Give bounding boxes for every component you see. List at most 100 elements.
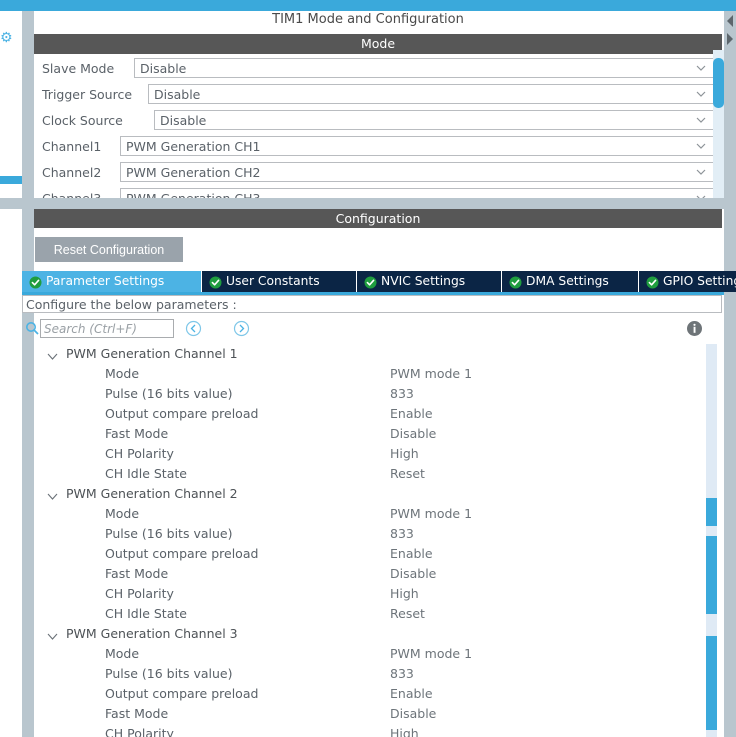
tree-param-value[interactable]: PWM mode 1 [390,366,472,381]
tree-param-row[interactable]: Fast Mode Disable [22,704,704,724]
chevron-down-icon [695,62,707,74]
mode-dropdown-value: Disable [140,61,187,76]
gear-icon: ⚙ [0,30,12,46]
tree-scrollbar-thumb[interactable] [706,636,717,730]
check-circle-icon [209,275,222,289]
mode-dropdown-value: PWM Generation CH2 [126,165,261,180]
tree-param-row[interactable]: Output compare preload Enable [22,544,704,564]
chevron-down-icon [695,88,707,100]
chevron-down-icon[interactable] [47,630,58,640]
tree-param-row[interactable]: CH Polarity High [22,584,704,604]
mode-section-header: Mode [34,34,722,54]
collapse-left-arrow-icon[interactable] [724,12,736,30]
chevron-down-icon[interactable] [47,350,58,360]
tree-param-row[interactable]: Fast Mode Disable [22,424,704,444]
tree-param-row[interactable]: Pulse (16 bits value) 833 [22,524,704,544]
tree-param-value[interactable]: Enable [390,406,433,421]
tree-param-value[interactable]: 833 [390,666,414,681]
check-circle-icon [364,275,377,289]
tree-param-value[interactable]: Enable [390,546,433,561]
tree-group-label: PWM Generation Channel 1 [66,346,238,361]
chevron-down-icon [695,166,707,178]
right-edge-rail [724,11,736,737]
tab-dma-settings[interactable]: DMA Settings [502,271,639,292]
mode-dropdown-value: PWM Generation CH1 [126,139,261,154]
search-input[interactable] [40,319,174,338]
tree-param-label: Mode [105,366,140,381]
tree-param-row[interactable]: Pulse (16 bits value) 833 [22,664,704,684]
search-next-button[interactable] [233,320,250,337]
check-circle-icon [646,275,659,289]
tree-param-row[interactable]: CH Idle State Reset [22,464,704,484]
tree-param-row[interactable]: Pulse (16 bits value) 833 [22,384,704,404]
tab-label: User Constants [226,274,320,288]
tree-param-row[interactable]: Mode PWM mode 1 [22,364,704,384]
mode-dropdown[interactable]: Disable [148,84,714,104]
tree-param-row[interactable]: CH Polarity High [22,724,704,737]
info-icon[interactable] [686,320,703,337]
tree-scrollbar-thumb[interactable] [706,536,717,614]
reset-configuration-button[interactable]: Reset Configuration [35,237,183,262]
tree-param-value[interactable]: Reset [390,606,425,621]
mode-dropdown[interactable]: Disable [154,110,714,130]
parameter-tree: PWM Generation Channel 1 Mode PWM mode 1 Pu… [22,344,704,737]
top-accent-bar [0,0,736,11]
tab-gpio-settings[interactable]: GPIO Settings [639,271,736,292]
mode-row: Slave Mode Disable [34,58,724,84]
tree-param-value[interactable]: Disable [390,566,436,581]
mode-row: Trigger Source Disable [34,84,724,110]
tree-param-value[interactable]: Disable [390,426,436,441]
chevron-down-icon [695,140,707,152]
tree-param-label: CH Polarity [105,586,174,601]
tree-param-label: Pulse (16 bits value) [105,526,233,541]
panel-gap-divider [0,198,724,209]
tree-param-label: Pulse (16 bits value) [105,386,233,401]
mode-dropdown[interactable]: PWM Generation CH1 [120,136,714,156]
tree-param-label: Fast Mode [105,566,169,581]
tab-label: Parameter Settings [46,274,165,288]
sidebar-active-marker [0,176,22,184]
tree-param-row[interactable]: CH Idle State Reset [22,604,704,624]
tree-param-value[interactable]: Disable [390,706,436,721]
search-toolbar [22,318,722,342]
tree-param-value[interactable]: High [390,726,419,737]
mode-scrollbar-thumb[interactable] [713,58,724,108]
mode-row-label: Slave Mode [42,61,115,76]
configure-hint-text: Configure the below parameters : [22,295,722,313]
tree-param-value[interactable]: Reset [390,466,425,481]
tree-group-row[interactable]: PWM Generation Channel 3 [22,624,704,644]
chevron-down-icon[interactable] [47,490,58,500]
tab-user-constants[interactable]: User Constants [202,271,357,292]
expand-right-arrow-icon[interactable] [724,30,736,48]
tree-param-row[interactable]: Output compare preload Enable [22,404,704,424]
tree-param-value[interactable]: PWM mode 1 [390,646,472,661]
tab-nvic-settings[interactable]: NVIC Settings [357,271,502,292]
tab-parameter-settings[interactable]: Parameter Settings [22,271,202,292]
tree-param-row[interactable]: Fast Mode Disable [22,564,704,584]
tree-param-row[interactable]: CH Polarity High [22,444,704,464]
tree-param-value[interactable]: High [390,446,419,461]
mode-row-label: Channel2 [42,165,102,180]
mode-dropdown[interactable]: PWM Generation CH2 [120,162,714,182]
tree-param-row[interactable]: Mode PWM mode 1 [22,504,704,524]
tree-param-value[interactable]: 833 [390,526,414,541]
tree-param-value[interactable]: 833 [390,386,414,401]
tree-param-label: CH Idle State [105,606,187,621]
search-icon [25,321,40,336]
tree-param-label: Fast Mode [105,426,169,441]
mode-row-label: Channel1 [42,139,102,154]
tree-param-value[interactable]: Enable [390,686,433,701]
tree-param-value[interactable]: PWM mode 1 [390,506,472,521]
tree-group-row[interactable]: PWM Generation Channel 1 [22,344,704,364]
tree-param-row[interactable]: Output compare preload Enable [22,684,704,704]
search-prev-button[interactable] [185,320,202,337]
mode-dropdown[interactable]: Disable [134,58,714,78]
tree-param-row[interactable]: Mode PWM mode 1 [22,644,704,664]
mode-dropdown-value: Disable [160,113,207,128]
tree-param-value[interactable]: High [390,586,419,601]
settings-tabs: Parameter Settings User Constants NVIC Set… [22,271,736,294]
tree-group-row[interactable]: PWM Generation Channel 2 [22,484,704,504]
mode-settings-list: Slave Mode Disable Trigger Source Disable Cl… [34,58,724,214]
tab-label: NVIC Settings [381,274,466,288]
tree-scrollbar-thumb[interactable] [706,498,717,526]
